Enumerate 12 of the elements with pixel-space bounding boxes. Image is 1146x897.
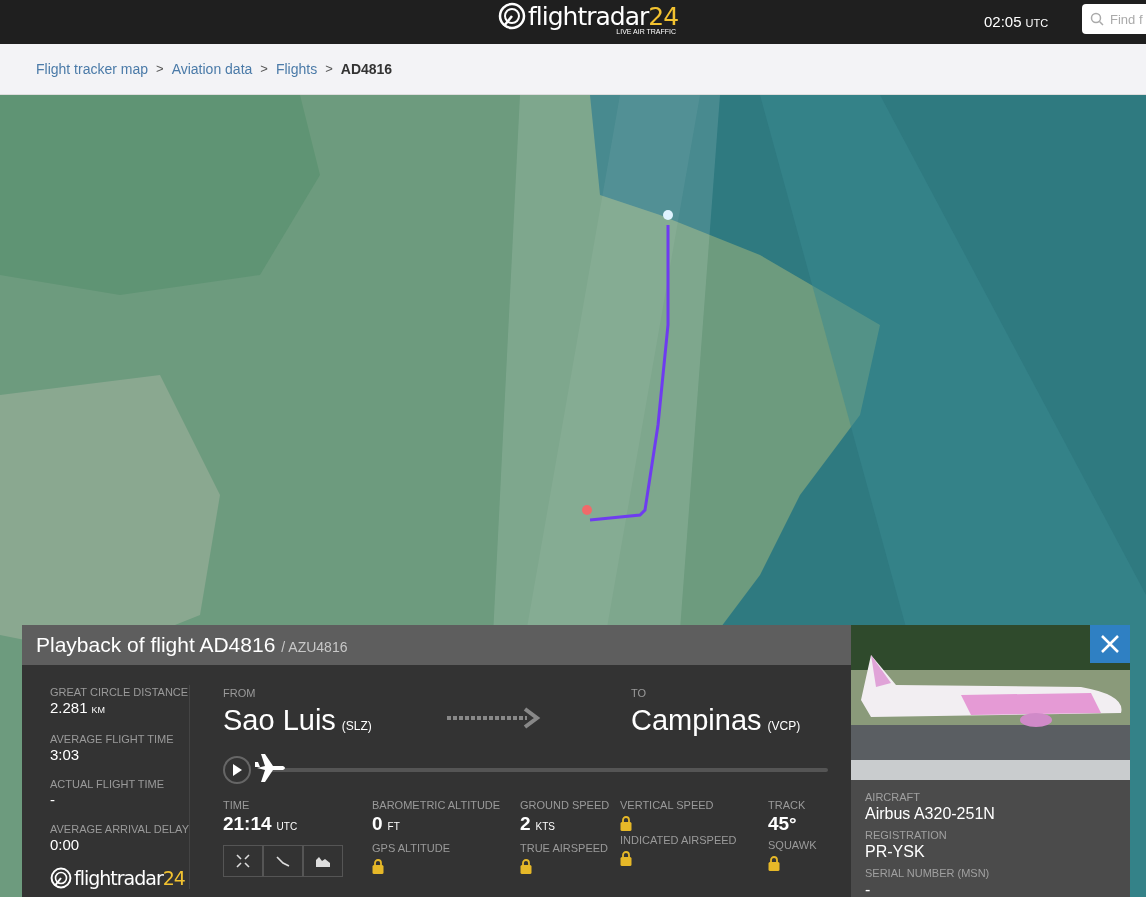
radar-logo-icon: [498, 2, 526, 30]
breadcrumb-link[interactable]: Flights: [275, 58, 318, 80]
clock: 02:05 UTC: [984, 12, 1049, 32]
breadcrumb-separator: >: [325, 60, 333, 79]
search-field[interactable]: Find f: [1082, 4, 1146, 34]
breadcrumb-separator: >: [260, 60, 268, 79]
breadcrumb-separator: >: [156, 60, 164, 79]
breadcrumb-link[interactable]: Aviation data: [171, 58, 253, 80]
breadcrumb-link[interactable]: AD4816: [340, 58, 393, 80]
search-icon: [1090, 12, 1104, 26]
breadcrumb-link[interactable]: Flight tracker map: [36, 58, 149, 80]
logo-wordmark: flightradar24: [528, 3, 679, 29]
